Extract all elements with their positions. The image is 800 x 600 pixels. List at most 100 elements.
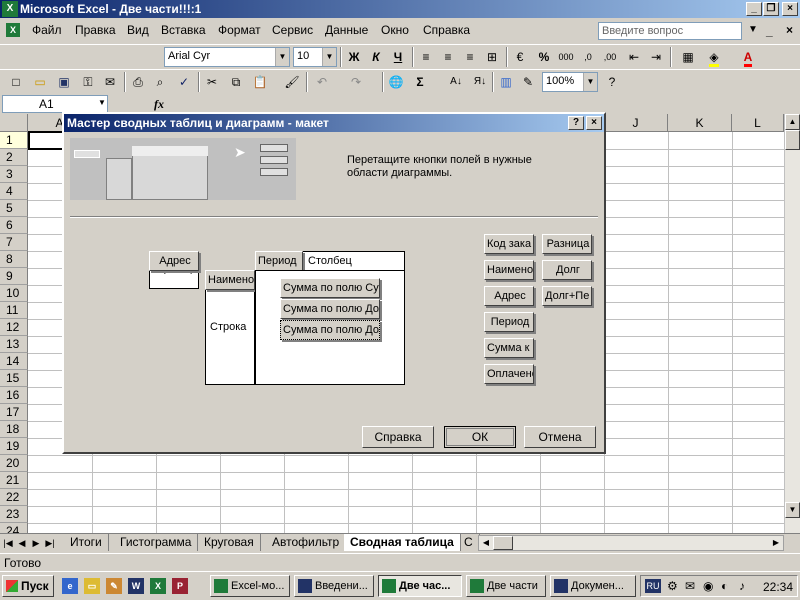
column-header[interactable]: L	[732, 114, 784, 132]
increase-indent-icon[interactable]: ⇥	[646, 47, 666, 67]
row-header[interactable]: 5	[0, 200, 28, 217]
cut-icon[interactable]: ✂	[202, 72, 222, 92]
row-header[interactable]: 22	[0, 489, 28, 506]
row-header[interactable]: 14	[0, 353, 28, 370]
data-field-sum[interactable]: Сумма по полю Долг	[280, 299, 380, 319]
autosum-button[interactable]: Σ	[410, 72, 430, 92]
help-button[interactable]: Справка	[362, 426, 434, 448]
row-header[interactable]: 18	[0, 421, 28, 438]
network-icon[interactable]: ⚙	[667, 579, 678, 593]
undo-icon[interactable]: ↶	[312, 72, 332, 92]
data-field-sum-focused[interactable]: Сумма по полю Дол	[280, 320, 380, 340]
drawing-icon[interactable]: ✎	[518, 72, 538, 92]
menu-tools[interactable]: Сервис	[272, 23, 313, 37]
dialog-close-button[interactable]: ×	[586, 116, 602, 130]
align-right-icon[interactable]: ≡	[460, 47, 480, 67]
help-icon[interactable]: ?	[602, 72, 622, 92]
row-header[interactable]: 10	[0, 285, 28, 302]
sheet-tab[interactable]: Круговая	[198, 534, 261, 551]
cancel-button[interactable]: Отмена	[524, 426, 596, 448]
increase-decimal-icon[interactable]: ,0	[578, 47, 598, 67]
paste-icon[interactable]: 📋	[250, 72, 270, 92]
column-header[interactable]: J	[604, 114, 668, 132]
font-color-icon[interactable]: A	[738, 47, 758, 67]
chart-wizard-icon[interactable]: ▥	[496, 72, 516, 92]
field-button[interactable]: Наименов	[484, 260, 534, 280]
row-header[interactable]: 16	[0, 387, 28, 404]
word-icon[interactable]: W	[128, 578, 144, 594]
folder-icon[interactable]: ▭	[84, 578, 100, 594]
copy-icon[interactable]: ⧉	[226, 72, 246, 92]
format-painter-icon[interactable]: 🖌	[282, 72, 302, 92]
borders-icon[interactable]: ▦	[678, 47, 698, 67]
menu-help[interactable]: Справка	[423, 23, 470, 37]
row-header[interactable]: 3	[0, 166, 28, 183]
row-header[interactable]: 17	[0, 404, 28, 421]
column-field-period[interactable]: Период	[255, 251, 303, 271]
underline-button[interactable]: Ч	[388, 47, 408, 67]
internet-explorer-icon[interactable]: e	[62, 578, 78, 594]
font-name-select[interactable]: Arial Cyr ▼	[164, 47, 290, 67]
scroll-thumb[interactable]	[785, 130, 800, 150]
row-header[interactable]: 9	[0, 268, 28, 285]
save-icon[interactable]: ▣	[54, 72, 74, 92]
help-dropdown-icon[interactable]: ▼	[748, 24, 758, 35]
menu-edit[interactable]: Правка	[75, 23, 116, 37]
menu-view[interactable]: Вид	[127, 23, 149, 37]
start-button[interactable]: Пуск	[2, 575, 54, 597]
zoom-select[interactable]: 100% ▼	[542, 72, 598, 92]
task-button[interactable]: Докумен...	[550, 575, 636, 597]
sheet-tab[interactable]: Автофильтр	[266, 534, 347, 551]
row-header[interactable]: 2	[0, 149, 28, 166]
sheet-tab-active[interactable]: Сводная таблица	[344, 534, 461, 551]
minimize-button[interactable]: _	[746, 2, 762, 16]
corner-select-all[interactable]	[0, 114, 28, 132]
volume-icon[interactable]: ◐	[721, 579, 728, 593]
sheet-tab[interactable]: Итоги	[64, 534, 109, 551]
last-sheet-icon[interactable]: ▶|	[44, 536, 56, 550]
row-header[interactable]: 4	[0, 183, 28, 200]
align-left-icon[interactable]: ≡	[416, 47, 436, 67]
dialog-help-button[interactable]: ?	[568, 116, 584, 130]
doc-minimize-button[interactable]: _	[766, 24, 773, 38]
task-button[interactable]: Введени...	[294, 575, 374, 597]
task-button[interactable]: Excel-мо...	[210, 575, 290, 597]
hyperlink-icon[interactable]: 🌐	[386, 72, 406, 92]
new-document-icon[interactable]: □	[6, 72, 26, 92]
name-box[interactable]: A1	[2, 95, 108, 113]
horizontal-scrollbar[interactable]: ◀ ▶	[478, 535, 784, 551]
help-question-input[interactable]: Введите вопрос	[598, 22, 742, 40]
row-header[interactable]: 12	[0, 319, 28, 336]
workbook-icon[interactable]: X	[6, 23, 20, 37]
row-header[interactable]: 19	[0, 438, 28, 455]
sheet-tab[interactable]: Гистограмма	[114, 534, 199, 551]
first-sheet-icon[interactable]: |◀	[2, 536, 14, 550]
row-header[interactable]: 23	[0, 506, 28, 523]
menu-data[interactable]: Данные	[325, 23, 368, 37]
menu-insert[interactable]: Вставка	[161, 23, 206, 37]
sort-ascending-button[interactable]: A↓	[446, 72, 466, 92]
open-folder-icon[interactable]: ▭	[30, 72, 50, 92]
chevron-down-icon[interactable]: ▼	[98, 98, 106, 107]
fill-color-icon[interactable]: ◈	[704, 47, 724, 67]
field-button[interactable]: Долг	[542, 260, 592, 280]
data-field-sum[interactable]: Сумма по полю Сум	[280, 278, 380, 298]
menu-window[interactable]: Окно	[381, 23, 409, 37]
font-size-select[interactable]: 10 ▼	[293, 47, 337, 67]
row-header[interactable]: 1	[0, 132, 28, 149]
row-header[interactable]: 6	[0, 217, 28, 234]
merge-center-icon[interactable]: ⊞	[482, 47, 502, 67]
permission-icon[interactable]: ⚿	[78, 72, 98, 92]
field-button[interactable]: Разница	[542, 234, 592, 254]
far-manager-icon[interactable]: ✎	[106, 578, 122, 594]
sort-descending-icon[interactable]: Я↓	[470, 72, 490, 92]
antivirus-icon[interactable]: ◉	[703, 579, 713, 593]
page-field-address[interactable]: Адрес	[149, 251, 199, 271]
speaker-icon[interactable]: ♪	[739, 579, 745, 593]
restore-button[interactable]: ❐	[763, 2, 779, 16]
field-button[interactable]: Период	[484, 312, 534, 332]
field-button[interactable]: Адрес	[484, 286, 534, 306]
row-header[interactable]: 8	[0, 251, 28, 268]
access-icon[interactable]: P	[172, 578, 188, 594]
vertical-scrollbar[interactable]: ▲ ▼	[784, 114, 800, 534]
